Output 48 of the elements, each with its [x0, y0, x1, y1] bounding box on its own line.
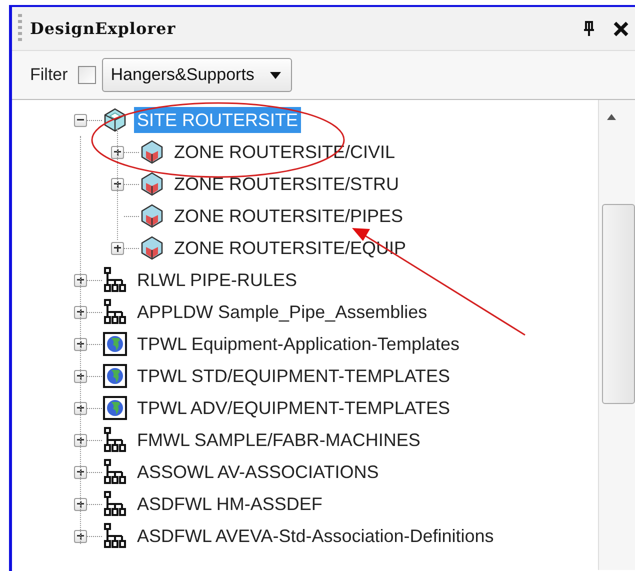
cube-icon: [140, 140, 164, 164]
expand-toggle[interactable]: [111, 242, 124, 254]
hierarchy-icon: [103, 491, 127, 517]
expand-toggle[interactable]: [111, 146, 124, 158]
expand-toggle[interactable]: [74, 306, 87, 318]
tree-item[interactable]: RLWL PIPE-RULES: [134, 267, 300, 293]
tree-item[interactable]: ZONE ROUTERSITE/PIPES: [171, 203, 406, 229]
tree-item[interactable]: APPLDW Sample_Pipe_Assemblies: [134, 299, 430, 325]
close-icon[interactable]: [613, 20, 629, 36]
tree-item[interactable]: ASDFWL AVEVA-Std-Association-Definitions: [134, 523, 497, 549]
expand-toggle[interactable]: [74, 338, 87, 350]
globe-icon: [103, 364, 127, 388]
expand-toggle[interactable]: [74, 402, 87, 414]
globe-icon: [103, 396, 127, 420]
hierarchy-icon: [103, 523, 127, 549]
filter-dropdown[interactable]: Hangers&Supports: [102, 58, 292, 92]
filter-checkbox[interactable]: [78, 66, 96, 84]
hierarchy-icon: [103, 459, 127, 485]
expand-toggle[interactable]: [74, 434, 87, 446]
globe-icon: [103, 332, 127, 356]
cube-icon: [140, 172, 164, 196]
hierarchy-icon: [103, 299, 127, 325]
hierarchy-icon: [103, 267, 127, 293]
expand-toggle[interactable]: [111, 178, 124, 190]
scroll-thumb[interactable]: [602, 204, 635, 404]
tree-item[interactable]: TPWL ADV/EQUIPMENT-TEMPLATES: [134, 395, 454, 421]
tree-item[interactable]: TPWL STD/EQUIPMENT-TEMPLATES: [134, 363, 454, 389]
tree-item[interactable]: FMWL SAMPLE/FABR-MACHINES: [134, 427, 424, 453]
expand-toggle[interactable]: [74, 274, 87, 286]
collapse-toggle[interactable]: [74, 114, 87, 126]
expand-toggle[interactable]: [74, 370, 87, 382]
expand-toggle[interactable]: [74, 466, 87, 478]
caret-icon: [270, 72, 282, 78]
filter-label: Filter: [30, 65, 68, 85]
cube-icon: [140, 204, 164, 228]
tree-item[interactable]: ASSOWL AV-ASSOCIATIONS: [134, 459, 382, 485]
scroll-up-icon[interactable]: [607, 114, 616, 120]
cube-icon: [140, 236, 164, 260]
tree-item[interactable]: TPWL Equipment-Application-Templates: [134, 331, 462, 357]
cube-icon: [103, 108, 127, 132]
expand-toggle[interactable]: [74, 530, 87, 542]
hierarchy-icon: [103, 427, 127, 453]
panel-title: DesignExplorer: [30, 19, 177, 38]
tree-item[interactable]: ZONE ROUTERSITE/STRU: [171, 171, 402, 197]
pin-icon[interactable]: [583, 20, 595, 36]
tree-item[interactable]: ASDFWL HM-ASSDEF: [134, 491, 326, 517]
expand-toggle[interactable]: [74, 498, 87, 510]
scrollbar[interactable]: [598, 100, 635, 570]
